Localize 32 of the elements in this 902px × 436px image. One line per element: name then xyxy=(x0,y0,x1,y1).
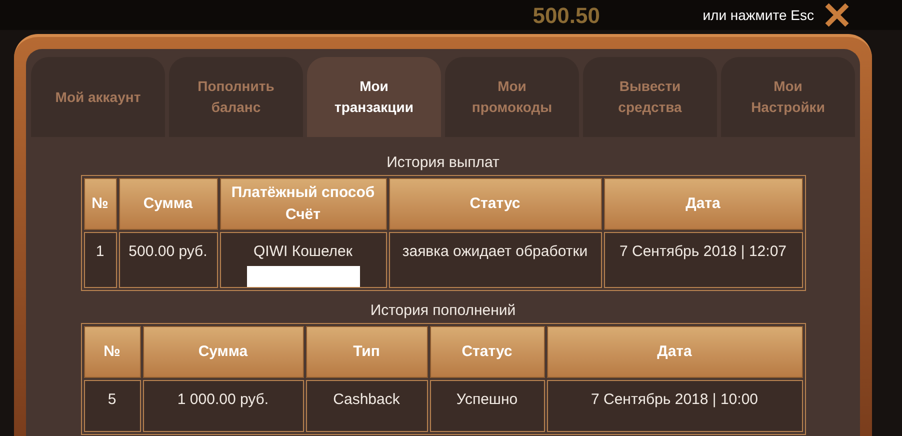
tab[interactable]: Мои транзакции xyxy=(307,57,441,137)
column-header: № xyxy=(84,178,116,230)
column-header: Статус xyxy=(388,178,602,230)
tab[interactable]: Мои Настройки xyxy=(721,57,855,137)
column-header: Дата xyxy=(546,326,802,378)
table-cell: Успешно xyxy=(430,380,544,432)
tab[interactable]: Мой аккаунт xyxy=(31,57,165,137)
close-hint: или нажмите Esc xyxy=(702,6,814,24)
table-cell: 7 Сентябрь 2018 | 10:00 xyxy=(546,380,802,432)
column-header: Тип xyxy=(306,326,428,378)
tab[interactable]: Пополнить баланс xyxy=(169,57,303,137)
background-balance: 500.50 xyxy=(532,2,600,30)
close-button[interactable] xyxy=(822,1,852,29)
table-cell: заявка ожидает обработки xyxy=(388,232,602,288)
table-cell: 7 Сентябрь 2018 | 12:07 xyxy=(604,232,802,288)
column-header: Статус xyxy=(430,326,544,378)
column-header: № xyxy=(84,326,140,378)
table-cell: 500.00 руб. xyxy=(118,232,218,288)
tab[interactable]: Вывести средства xyxy=(583,57,717,137)
table-title: История пополнений xyxy=(370,300,516,320)
tab[interactable]: Мои промокоды xyxy=(445,57,579,137)
column-header: Дата xyxy=(604,178,802,230)
table-cell: 1 000.00 руб. xyxy=(142,380,304,432)
table-cell: 1 xyxy=(84,232,116,288)
payment-method: QIWI Кошелек xyxy=(254,242,352,262)
table-cell: 5 xyxy=(84,380,140,432)
close-icon xyxy=(824,2,850,28)
column-header: Платёжный способ Счёт xyxy=(220,178,386,230)
column-header: Сумма xyxy=(118,178,218,230)
table-cell: Cashback xyxy=(306,380,428,432)
column-header: Сумма xyxy=(142,326,304,378)
table-title: История выплат xyxy=(386,153,500,173)
